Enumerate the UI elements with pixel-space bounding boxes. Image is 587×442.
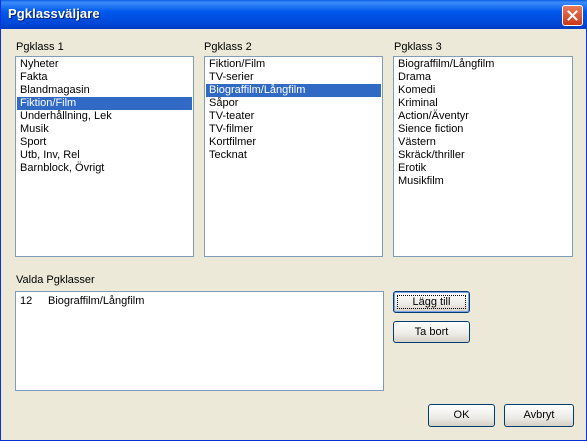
ok-button-label: OK	[453, 409, 470, 421]
pgklass1-label: Pgklass 1	[16, 41, 64, 53]
list-item[interactable]: Kortfilmer	[206, 136, 381, 149]
pgklass3-listbox[interactable]: Biograffilm/Långfilm Drama Komedi Kriminal A…	[393, 56, 573, 257]
list-item[interactable]: TV-filmer	[206, 123, 381, 136]
list-item[interactable]: Tecknat	[206, 149, 381, 162]
window-title: Pgklassväljare	[8, 6, 100, 21]
list-item[interactable]: Biograffilm/Långfilm	[206, 84, 381, 97]
list-item[interactable]: Skräck/thriller	[395, 149, 571, 162]
list-item[interactable]: Barnblock, Övrigt	[17, 162, 192, 175]
close-icon	[567, 10, 578, 21]
dialog-body: Pgklass 1 Nyheter Fakta Blandmagasin Fiktio…	[1, 29, 586, 440]
list-item[interactable]: Musikfilm	[395, 175, 571, 188]
cancel-button[interactable]: Avbryt	[504, 404, 574, 427]
remove-button-label: Ta bort	[414, 326, 449, 338]
valda-pgklasser-label: Valda Pgklasser	[16, 274, 95, 286]
list-item[interactable]: Blandmagasin	[17, 84, 192, 97]
list-item[interactable]: Sport	[17, 136, 192, 149]
list-item[interactable]: Action/Äventyr	[395, 110, 571, 123]
add-button[interactable]: Lägg till	[393, 291, 470, 313]
pgklass2-listbox[interactable]: Fiktion/Film TV-serier Biograffilm/Långfil…	[204, 56, 383, 257]
list-item[interactable]: Underhållning, Lek	[17, 110, 192, 123]
list-item[interactable]: Fiktion/Film	[17, 97, 192, 110]
pgklass1-listbox[interactable]: Nyheter Fakta Blandmagasin Fiktion/Film Unde…	[15, 56, 194, 257]
list-item[interactable]: Fakta	[17, 71, 192, 84]
item-code: 12	[20, 295, 33, 307]
list-item[interactable]: Utb, Inv, Rel	[17, 149, 192, 162]
list-item[interactable]: 12 Biograffilm/Långfilm	[17, 295, 382, 308]
list-item[interactable]: Fiktion/Film	[206, 58, 381, 71]
list-item[interactable]: Såpor	[206, 97, 381, 110]
cancel-button-label: Avbryt	[523, 409, 555, 421]
valda-pgklasser-listbox[interactable]: 12 Biograffilm/Långfilm	[15, 291, 384, 391]
list-item[interactable]: Musik	[17, 123, 192, 136]
list-item[interactable]: Nyheter	[17, 58, 192, 71]
list-item[interactable]: Kriminal	[395, 97, 571, 110]
list-item[interactable]: TV-teater	[206, 110, 381, 123]
title-bar[interactable]: Pgklassväljare	[1, 0, 587, 29]
remove-button[interactable]: Ta bort	[393, 321, 470, 343]
list-item[interactable]: TV-serier	[206, 71, 381, 84]
pgklass3-label: Pgklass 3	[394, 41, 442, 53]
ok-button[interactable]: OK	[428, 404, 495, 427]
list-item[interactable]: Erotik	[395, 162, 571, 175]
add-button-label: Lägg till	[412, 296, 451, 308]
list-item[interactable]: Västern	[395, 136, 571, 149]
close-button[interactable]	[562, 5, 583, 26]
list-item[interactable]: Drama	[395, 71, 571, 84]
pgklass2-label: Pgklass 2	[204, 41, 252, 53]
list-item[interactable]: Komedi	[395, 84, 571, 97]
item-name: Biograffilm/Långfilm	[48, 295, 145, 307]
list-item[interactable]: Sience fiction	[395, 123, 571, 136]
list-item[interactable]: Biograffilm/Långfilm	[395, 58, 571, 71]
dialog-window: Pgklassväljare Pgklass 1 Nyheter Fakta Bla…	[0, 0, 587, 441]
